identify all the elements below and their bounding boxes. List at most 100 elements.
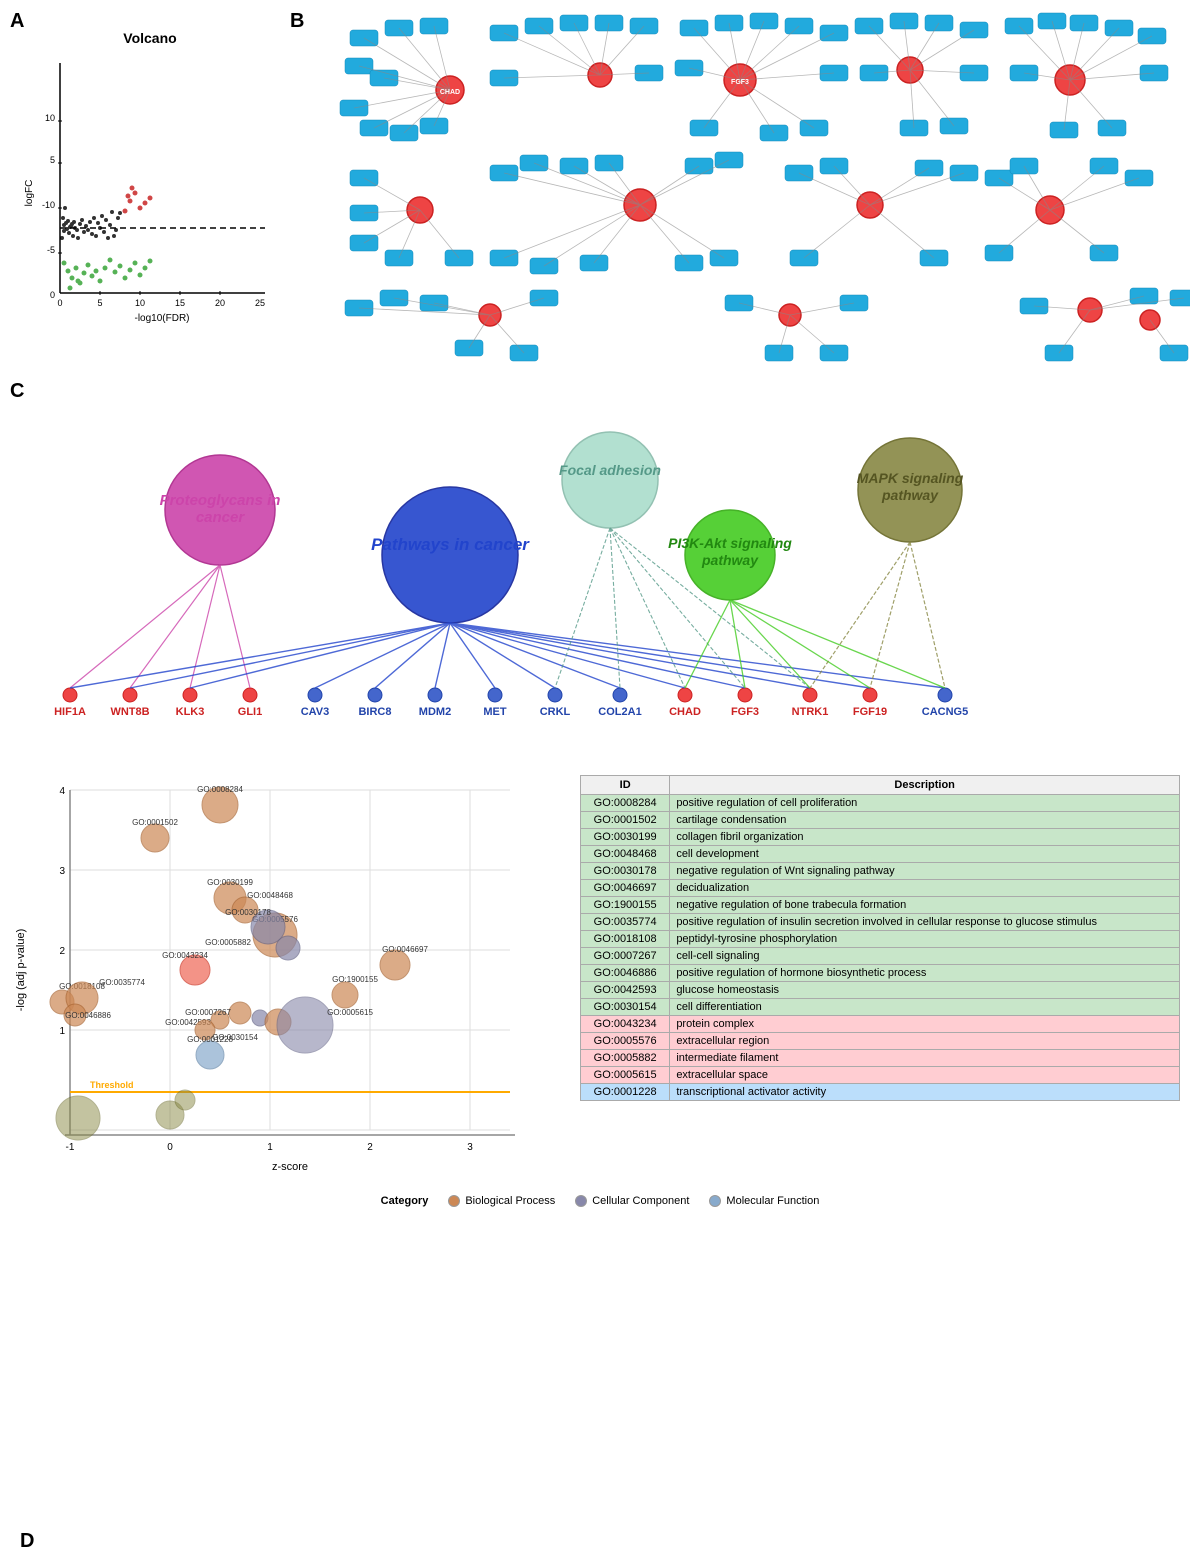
pathway-network-c: Proteoglycans in cancer Pathways in canc… [10, 400, 1190, 760]
svg-text:GO:0030199: GO:0030199 [207, 878, 253, 887]
go-id-cell: GO:0001228 [581, 1084, 670, 1101]
table-header-description: Description [670, 776, 1180, 795]
svg-text:2: 2 [59, 946, 65, 957]
table-row: GO:0005615extracellular space [581, 1067, 1180, 1084]
bubble-plot-d: 4 3 2 1 -log (adj p-value) -1 0 1 2 3 z-… [10, 770, 560, 1190]
go-desc-cell: negative regulation of Wnt signaling pat… [670, 863, 1180, 880]
svg-text:0: 0 [167, 1142, 173, 1153]
svg-text:-log (adj p-value): -log (adj p-value) [15, 929, 27, 1012]
go-desc-cell: positive regulation of hormone biosynthe… [670, 965, 1180, 982]
svg-text:pathway: pathway [701, 552, 759, 568]
legend-cc-label: Cellular Component [592, 1195, 689, 1207]
table-row: GO:0005882intermediate filament [581, 1050, 1180, 1067]
svg-text:Threshold: Threshold [90, 1080, 134, 1090]
go-id-cell: GO:0042593 [581, 982, 670, 999]
go-desc-cell: protein complex [670, 1016, 1180, 1033]
row-ab: A Volcano 0 -5 -10 5 10 [10, 10, 1190, 370]
go-desc-cell: extracellular region [670, 1033, 1180, 1050]
svg-text:MDM2: MDM2 [419, 706, 451, 718]
legend-dot-cc [575, 1195, 587, 1207]
table-row: GO:0043234protein complex [581, 1016, 1180, 1033]
svg-text:GO:0030178: GO:0030178 [225, 908, 271, 917]
svg-text:GO:0005615: GO:0005615 [327, 1008, 373, 1017]
svg-text:Focal adhesion: Focal adhesion [559, 462, 661, 478]
svg-text:10: 10 [45, 113, 55, 123]
svg-text:FGF3: FGF3 [731, 79, 749, 86]
svg-text:CAV3: CAV3 [301, 706, 330, 718]
table-row: GO:0046697decidualization [581, 880, 1180, 897]
svg-text:-5: -5 [47, 245, 55, 255]
svg-text:-log10(FDR): -log10(FDR) [134, 313, 189, 324]
go-table-container: ID Description GO:0008284positive regula… [570, 770, 1190, 1190]
legend-molecular-function: Molecular Function [709, 1195, 819, 1207]
svg-text:MAPK signaling: MAPK signaling [857, 470, 964, 486]
svg-text:5: 5 [50, 155, 55, 165]
go-desc-cell: negative regulation of bone trabecula fo… [670, 897, 1180, 914]
svg-text:GO:1900155: GO:1900155 [332, 975, 378, 984]
svg-text:15: 15 [175, 298, 185, 308]
svg-text:GO:0048468: GO:0048468 [247, 891, 293, 900]
svg-text:5: 5 [97, 298, 102, 308]
legend-dot-bp [448, 1195, 460, 1207]
go-id-cell: GO:0005576 [581, 1033, 670, 1050]
go-id-cell: GO:0018108 [581, 931, 670, 948]
svg-text:WNT8B: WNT8B [110, 706, 149, 718]
svg-text:pathway: pathway [881, 487, 939, 503]
svg-text:CHAD: CHAD [669, 706, 701, 718]
svg-text:GLI1: GLI1 [238, 706, 262, 718]
table-row: GO:0030199collagen fibril organization [581, 829, 1180, 846]
table-row: GO:0046886positive regulation of hormone… [581, 965, 1180, 982]
svg-text:10: 10 [135, 298, 145, 308]
go-id-cell: GO:0005882 [581, 1050, 670, 1067]
svg-text:GO:0007267: GO:0007267 [185, 1008, 231, 1017]
panel-b: B [290, 10, 1190, 370]
table-row: GO:0001502cartilage condensation [581, 812, 1180, 829]
svg-text:Pathways in cancer: Pathways in cancer [371, 535, 530, 554]
svg-text:cancer: cancer [196, 509, 246, 526]
svg-text:CHAD: CHAD [440, 89, 460, 96]
table-row: GO:0007267cell-cell signaling [581, 948, 1180, 965]
table-header-id: ID [581, 776, 670, 795]
svg-text:GO:0001502: GO:0001502 [132, 818, 178, 827]
go-id-cell: GO:0043234 [581, 1016, 670, 1033]
legend-label: Category [381, 1195, 429, 1207]
go-id-cell: GO:0001502 [581, 812, 670, 829]
go-desc-cell: transcriptional activator activity [670, 1084, 1180, 1101]
svg-text:25: 25 [255, 298, 265, 308]
svg-text:NTRK1: NTRK1 [792, 706, 829, 718]
go-id-cell: GO:0048468 [581, 846, 670, 863]
go-id-cell: GO:0008284 [581, 795, 670, 812]
go-desc-cell: cartilage condensation [670, 812, 1180, 829]
table-row: GO:0008284positive regulation of cell pr… [581, 795, 1180, 812]
table-row: GO:0048468cell development [581, 846, 1180, 863]
svg-text:3: 3 [467, 1142, 473, 1153]
go-id-cell: GO:0030178 [581, 863, 670, 880]
svg-text:-1: -1 [66, 1142, 75, 1153]
legend-cellular-component: Cellular Component [575, 1195, 689, 1207]
go-desc-cell: peptidyl-tyrosine phosphorylation [670, 931, 1180, 948]
go-id-cell: GO:1900155 [581, 897, 670, 914]
table-row: GO:0030178negative regulation of Wnt sig… [581, 863, 1180, 880]
panel-d-label: D [20, 1530, 34, 1553]
go-desc-cell: positive regulation of insulin secretion… [670, 914, 1180, 931]
svg-text:GO:0046886: GO:0046886 [65, 1011, 111, 1020]
svg-text:4: 4 [59, 786, 65, 797]
svg-text:GO:0008284: GO:0008284 [197, 785, 243, 794]
legend-bp-label: Biological Process [465, 1195, 555, 1207]
svg-text:-10: -10 [42, 200, 55, 210]
panel-d-plot: 4 3 2 1 -log (adj p-value) -1 0 1 2 3 z-… [10, 770, 570, 1170]
go-id-cell: GO:0046886 [581, 965, 670, 982]
table-row: GO:0042593glucose homeostasis [581, 982, 1180, 999]
svg-text:FGF3: FGF3 [731, 706, 759, 718]
go-desc-cell: glucose homeostasis [670, 982, 1180, 999]
network-graph-b: CHAD FGF3 [290, 10, 1190, 365]
svg-text:HIF1A: HIF1A [54, 706, 86, 718]
go-desc-cell: decidualization [670, 880, 1180, 897]
svg-text:GO:0005882: GO:0005882 [205, 938, 251, 947]
svg-text:GO:0001228: GO:0001228 [187, 1035, 233, 1044]
svg-text:GO:0043234: GO:0043234 [162, 951, 208, 960]
go-desc-cell: cell-cell signaling [670, 948, 1180, 965]
svg-text:GO:0035774: GO:0035774 [99, 978, 145, 987]
category-legend: Category Biological Process Cellular Com… [10, 1195, 1190, 1207]
table-row: GO:0001228transcriptional activator acti… [581, 1084, 1180, 1101]
